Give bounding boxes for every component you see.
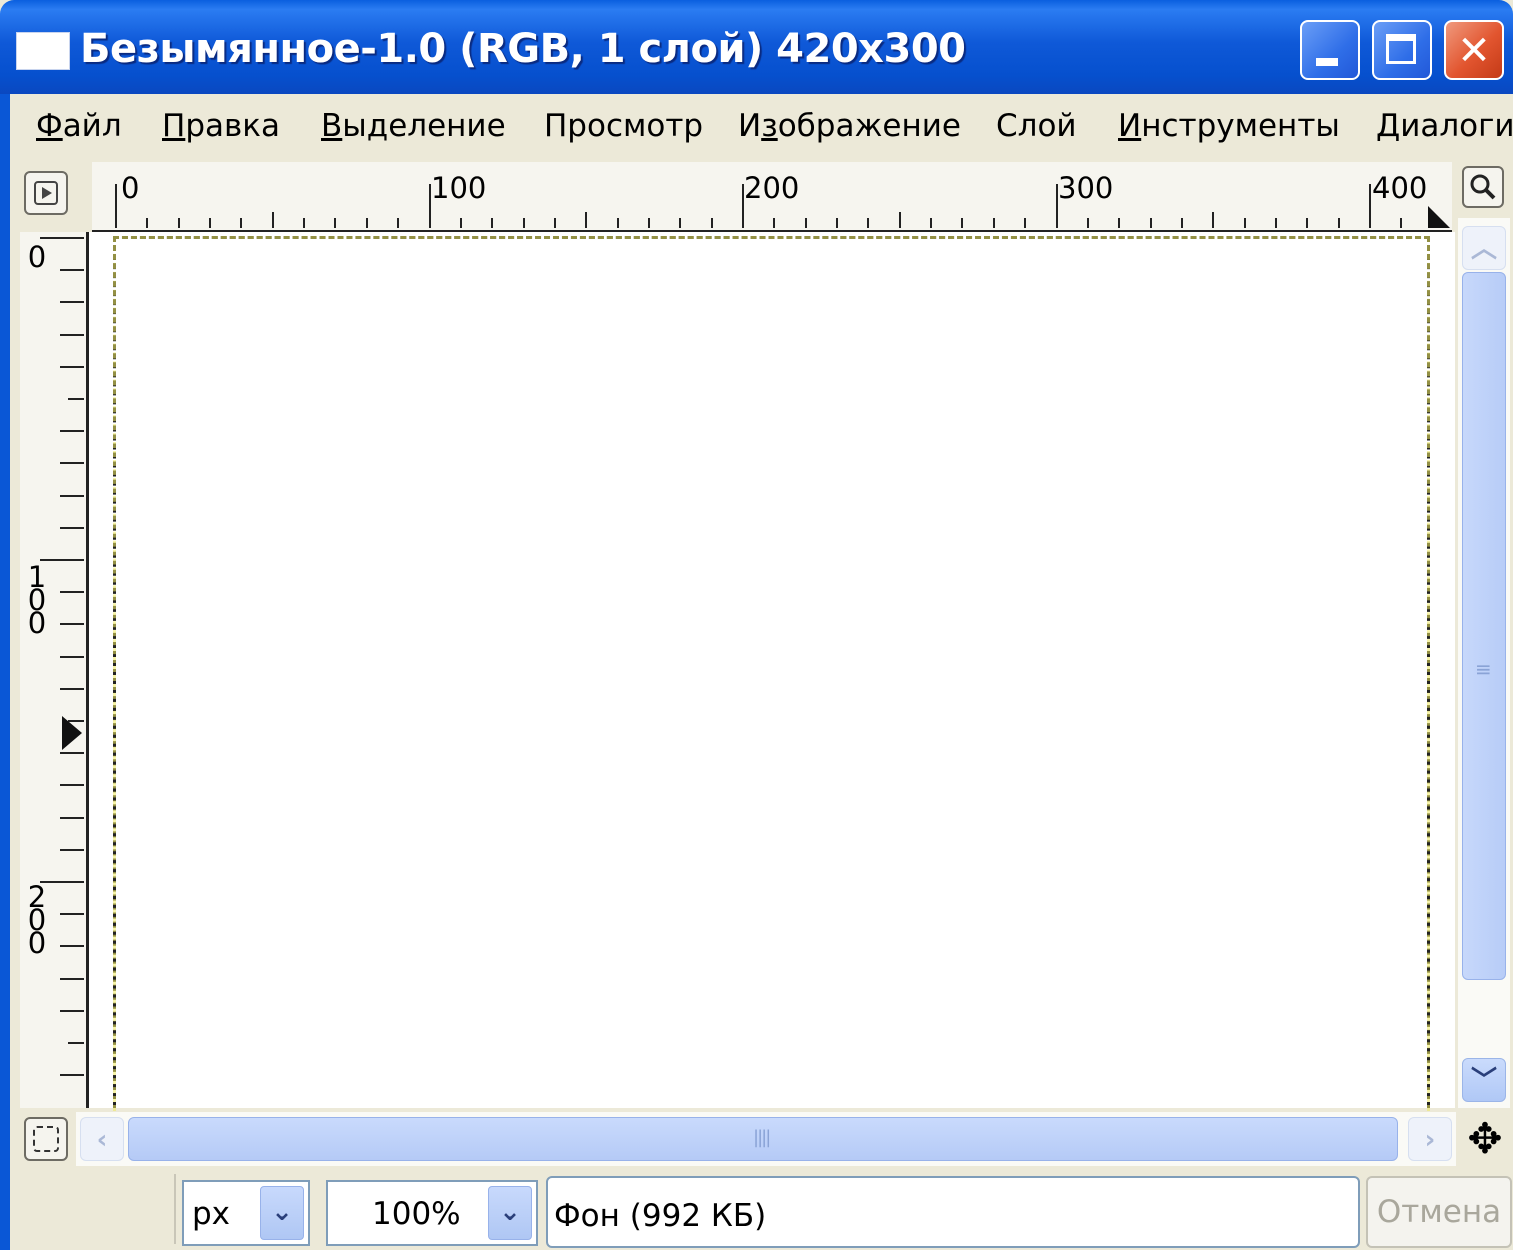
quick-mask-icon bbox=[33, 1126, 59, 1152]
ruler-label: 200 bbox=[744, 171, 800, 205]
menu-label: Диалоги bbox=[1376, 108, 1513, 144]
move-icon[interactable]: ✥ bbox=[1460, 1114, 1510, 1164]
ruler-pointer-icon bbox=[1428, 206, 1450, 228]
cancel-button[interactable]: Отмена bbox=[1366, 1176, 1512, 1248]
status-message: Фон (992 КБ) bbox=[546, 1176, 1360, 1248]
status-bar: px ⌄ 100% ⌄ Фон (992 КБ) Отмена bbox=[10, 1170, 1513, 1250]
menu-mnemonic: П bbox=[162, 108, 186, 144]
close-button[interactable]: ✕ bbox=[1444, 20, 1504, 80]
layer-info: Фон (992 КБ) bbox=[554, 1198, 767, 1234]
maximize-icon bbox=[1386, 34, 1416, 64]
minimize-icon bbox=[1316, 58, 1338, 66]
menu-tools[interactable]: Инструменты bbox=[1118, 108, 1340, 144]
vertical-scrollbar[interactable]: ︿ ≡ ﹀ bbox=[1458, 218, 1510, 1108]
ruler-label: 2 0 0 bbox=[27, 880, 47, 961]
horizontal-scrollbar[interactable]: ‹ |||| › bbox=[76, 1112, 1456, 1166]
menu-label: нструменты bbox=[1141, 108, 1340, 144]
menu-label: ыделение bbox=[342, 108, 506, 144]
quick-mask-button[interactable] bbox=[24, 1117, 68, 1161]
close-icon: ✕ bbox=[1457, 28, 1491, 74]
zoom-value: 100% bbox=[372, 1196, 461, 1232]
window-frame bbox=[0, 94, 10, 1250]
horizontal-ruler[interactable]: 0 100 200 300 400 bbox=[92, 162, 1452, 233]
magnifier-icon bbox=[1470, 174, 1496, 200]
ruler-label: 400 bbox=[1372, 171, 1428, 205]
menu-label: ображение bbox=[777, 108, 961, 144]
vertical-scroll-thumb[interactable]: ≡ bbox=[1462, 272, 1506, 980]
minimize-button[interactable] bbox=[1300, 20, 1360, 80]
menu-layer[interactable]: Слой bbox=[996, 108, 1077, 144]
zoom-button[interactable] bbox=[1462, 166, 1504, 208]
chevron-down-icon: ﹀ bbox=[1470, 1066, 1497, 1096]
menu-label: Просмотр bbox=[544, 108, 704, 144]
menu-edit[interactable]: Правка bbox=[162, 108, 280, 144]
horizontal-scroll-thumb[interactable]: |||| bbox=[128, 1117, 1398, 1161]
scroll-down-button[interactable]: ﹀ bbox=[1462, 1058, 1506, 1102]
canvas-area[interactable] bbox=[89, 232, 1455, 1111]
scroll-up-button[interactable]: ︿ bbox=[1462, 226, 1506, 270]
menu-select[interactable]: Выделение bbox=[321, 108, 506, 144]
menu-mnemonic: Ф bbox=[36, 108, 63, 144]
ruler-label: 0 bbox=[27, 240, 47, 274]
ruler-label: 300 bbox=[1058, 171, 1114, 205]
maximize-button[interactable] bbox=[1372, 20, 1432, 80]
app-icon bbox=[16, 32, 70, 70]
menu-label: равка bbox=[185, 108, 280, 144]
navigate-button[interactable] bbox=[24, 171, 68, 215]
chevron-left-icon: ‹ bbox=[96, 1125, 108, 1155]
menu-label: айл bbox=[62, 108, 122, 144]
menu-mnemonic: В bbox=[321, 108, 343, 144]
grip-icon: |||| bbox=[753, 1127, 771, 1148]
menu-mnemonic: И bbox=[1118, 108, 1142, 144]
menu-label-prefix: И bbox=[738, 108, 762, 144]
separator bbox=[174, 1174, 176, 1244]
unit-value: px bbox=[192, 1196, 231, 1232]
unit-select[interactable]: px ⌄ bbox=[182, 1180, 310, 1246]
chevron-down-icon[interactable]: ⌄ bbox=[488, 1186, 532, 1240]
zoom-select[interactable]: 100% ⌄ bbox=[326, 1180, 538, 1246]
menu-dialogs[interactable]: Диалоги bbox=[1376, 108, 1513, 144]
chevron-up-icon: ︿ bbox=[1470, 234, 1497, 264]
image-canvas[interactable] bbox=[113, 236, 1430, 1111]
menu-file[interactable]: Файл bbox=[36, 108, 122, 144]
ruler-label: 100 bbox=[431, 171, 487, 205]
play-icon bbox=[34, 181, 58, 205]
grip-icon: ≡ bbox=[1475, 657, 1492, 681]
chevron-right-icon: › bbox=[1424, 1125, 1436, 1155]
chevron-down-icon[interactable]: ⌄ bbox=[260, 1186, 304, 1240]
vertical-ruler[interactable]: 0 1 0 0 2 0 0 bbox=[20, 232, 89, 1108]
scroll-left-button[interactable]: ‹ bbox=[80, 1117, 124, 1161]
menu-image[interactable]: Изображение bbox=[738, 108, 961, 144]
ruler-pointer-icon bbox=[62, 716, 82, 750]
menu-label: Слой bbox=[996, 108, 1077, 144]
scroll-right-button[interactable]: › bbox=[1408, 1117, 1452, 1161]
title-bar[interactable]: Безымянное-1.0 (RGB, 1 слой) 420x300 ✕ bbox=[0, 0, 1513, 94]
ruler-label: 0 bbox=[121, 171, 140, 205]
ruler-ticks bbox=[40, 237, 84, 1076]
menu-bar: Файл Правка Выделение Просмотр Изображен… bbox=[10, 94, 1513, 156]
window-title: Безымянное-1.0 (RGB, 1 слой) 420x300 bbox=[80, 26, 966, 72]
menu-mnemonic: з bbox=[761, 108, 778, 144]
ruler-label: 1 0 0 bbox=[27, 560, 47, 641]
menu-view[interactable]: Просмотр bbox=[544, 108, 703, 144]
